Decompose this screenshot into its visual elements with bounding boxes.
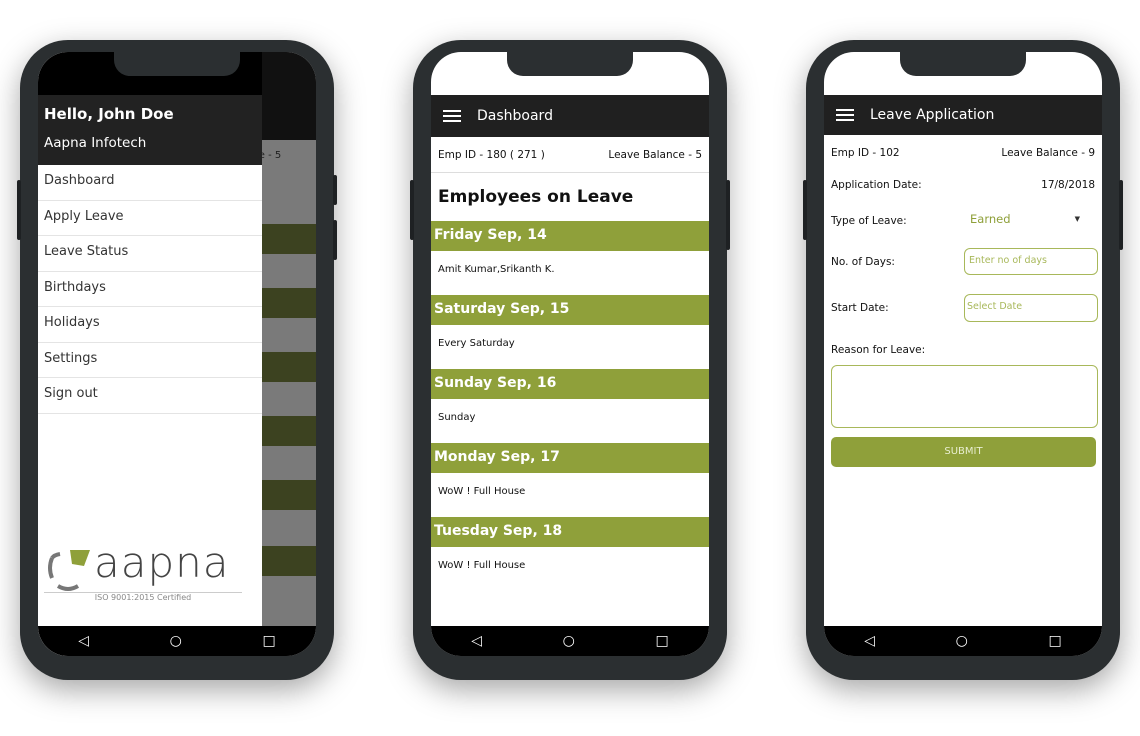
dropdown-arrow-icon: ▼ [1074, 215, 1080, 223]
type-of-leave-label: Type of Leave: [831, 215, 907, 227]
phone-dashboard: Dashboard Emp ID - 180 ( 271 ) Leave Bal… [410, 40, 730, 680]
reason-textarea[interactable] [831, 365, 1098, 428]
page-title: Dashboard [477, 108, 553, 124]
back-icon[interactable]: ◁ [471, 633, 482, 649]
menu-icon[interactable] [836, 109, 854, 121]
system-nav-bar: ◁ ○ □ [824, 626, 1102, 656]
menu-holidays[interactable]: Holidays [38, 307, 262, 343]
leave-balance: Leave Balance - 5 [608, 149, 702, 161]
leave-balance: Leave Balance - 9 [1001, 147, 1095, 159]
date-header: Friday Sep, 14 [431, 221, 709, 251]
screen: Dashboard Emp ID - 180 ( 271 ) Leave Bal… [431, 52, 709, 656]
back-icon[interactable]: ◁ [78, 633, 89, 649]
system-nav-bar: ◁ ○ □ [38, 626, 316, 656]
app-bar: Leave Application [824, 95, 1102, 135]
start-date-label: Start Date: [831, 302, 889, 314]
nav-drawer: Hello, John Doe Aapna Infotech Dashboard… [38, 52, 262, 656]
page-title: Leave Application [870, 107, 995, 123]
application-date: 17/8/2018 [1041, 179, 1095, 191]
submit-button[interactable]: SUBMIT [831, 437, 1096, 467]
home-icon[interactable]: ○ [563, 633, 575, 649]
back-icon[interactable]: ◁ [864, 633, 875, 649]
emp-id: Emp ID - 102 [831, 147, 900, 159]
menu-settings[interactable]: Settings [38, 343, 262, 378]
emp-id: Emp ID - 180 ( 271 ) [438, 149, 545, 161]
system-nav-bar: ◁ ○ □ [431, 626, 709, 656]
leave-entry[interactable]: Sunday [438, 412, 475, 423]
application-date-label: Application Date: [831, 179, 922, 191]
date-header: Monday Sep, 17 [431, 443, 709, 473]
date-header: Tuesday Sep, 18 [431, 517, 709, 547]
no-of-days-label: No. of Days: [831, 256, 895, 268]
app-bar: Dashboard [431, 95, 709, 137]
phone-drawer: lance - 5 Hello, John Doe Aapna Infotech… [17, 40, 337, 680]
greeting: Hello, John Doe [44, 105, 174, 123]
home-icon[interactable]: ○ [956, 633, 968, 649]
date-header: Saturday Sep, 15 [431, 295, 709, 325]
recents-icon[interactable]: □ [655, 633, 668, 649]
screen: lance - 5 Hello, John Doe Aapna Infotech… [38, 52, 316, 656]
menu-apply-leave[interactable]: Apply Leave [38, 201, 262, 236]
leave-entry[interactable]: WoW ! Full House [438, 560, 525, 571]
section-heading: Employees on Leave [438, 187, 634, 207]
leave-entry[interactable]: Every Saturday [438, 338, 515, 349]
screen: Leave Application Emp ID - 102 Leave Bal… [824, 52, 1102, 656]
menu-leave-status[interactable]: Leave Status [38, 236, 262, 272]
menu-dashboard[interactable]: Dashboard [38, 165, 262, 201]
logo-mark-icon [48, 550, 90, 591]
leave-entry[interactable]: WoW ! Full House [438, 486, 525, 497]
leave-entry[interactable]: Amit Kumar,Srikanth K. [438, 264, 555, 275]
employee-info-row: Emp ID - 102 Leave Balance - 9 [824, 147, 1102, 159]
recents-icon[interactable]: □ [262, 633, 275, 649]
recents-icon[interactable]: □ [1048, 633, 1061, 649]
date-header: Sunday Sep, 16 [431, 369, 709, 399]
logo-caption: ISO 9001:2015 Certified [44, 592, 242, 602]
phone-leave-application: Leave Application Emp ID - 102 Leave Bal… [803, 40, 1123, 680]
company-name: Aapna Infotech [44, 135, 147, 151]
start-date-input[interactable]: Select Date [964, 294, 1098, 322]
no-of-days-input[interactable]: Enter no of days [964, 248, 1098, 275]
employee-info-row: Emp ID - 180 ( 271 ) Leave Balance - 5 [431, 149, 709, 161]
drawer-header: Hello, John Doe Aapna Infotech [38, 95, 262, 165]
home-icon[interactable]: ○ [170, 633, 182, 649]
menu-birthdays[interactable]: Birthdays [38, 272, 262, 307]
reason-label: Reason for Leave: [831, 344, 926, 356]
menu-icon[interactable] [443, 110, 461, 122]
leave-type-select[interactable]: Earned ▼ [970, 212, 1088, 232]
menu-sign-out[interactable]: Sign out [38, 378, 262, 414]
